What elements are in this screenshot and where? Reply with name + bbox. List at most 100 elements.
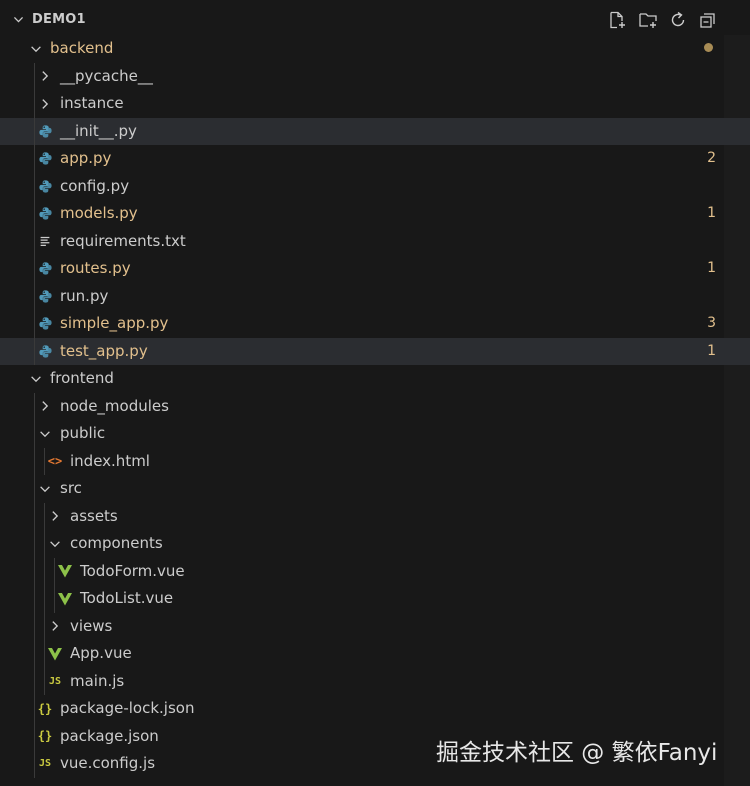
chevron-down-icon — [31, 46, 41, 52]
collapse-all-button[interactable] — [698, 10, 718, 30]
tree-item-icon: JS — [37, 750, 53, 778]
chevron-down-icon[interactable] — [12, 13, 25, 26]
tree-file[interactable]: __init__.py — [0, 117, 750, 146]
tree-folder[interactable]: components — [0, 530, 750, 558]
tree-folder[interactable]: public — [0, 420, 750, 448]
tree-folder[interactable]: instance — [0, 90, 750, 118]
indent-guide — [44, 447, 45, 475]
tree-item-icon — [37, 255, 53, 283]
tree-file[interactable]: <> index.html — [0, 448, 750, 476]
tree-item-icon[interactable] — [28, 35, 44, 63]
tree-item-label: __pycache__ — [60, 66, 153, 85]
tree-file[interactable]: requirements.txt — [0, 228, 750, 256]
tree-item-icon — [37, 118, 53, 146]
problem-count-badge: 1 — [707, 205, 716, 221]
html-file-icon: <> — [47, 454, 63, 469]
tree-folder[interactable]: src — [0, 475, 750, 503]
chevron-right-icon — [42, 401, 49, 412]
tree-item-icon[interactable] — [37, 420, 53, 448]
tree-item-label: models.py — [60, 204, 138, 222]
tree-item-label: __init__.py — [60, 121, 137, 140]
tree-item-icon[interactable] — [37, 63, 53, 91]
tree-item-label: main.js — [70, 671, 125, 690]
tree-item-label: assets — [70, 506, 118, 525]
tree-file[interactable]: {} package-lock.json — [0, 695, 750, 723]
new-file-icon — [610, 11, 625, 29]
tree-folder[interactable]: views — [0, 613, 750, 641]
javascript-file-icon: JS — [38, 758, 52, 770]
tree-item-label: test_app.py — [60, 341, 148, 360]
chevron-right-icon — [52, 511, 59, 522]
new-folder-button[interactable] — [638, 10, 658, 30]
tree-file[interactable]: routes.py 1 — [0, 255, 750, 283]
tree-item-label: src — [60, 479, 82, 497]
tree-file[interactable]: App.vue — [0, 640, 750, 668]
tree-file[interactable]: models.py 1 — [0, 200, 750, 228]
tree-item-label: TodoList.vue — [80, 589, 174, 607]
workspace-title[interactable]: DEMO1 — [32, 12, 86, 27]
tree-folder[interactable]: backend — [0, 35, 750, 63]
tree-folder[interactable]: assets — [0, 503, 750, 531]
tree-item-icon — [37, 338, 53, 366]
tree-folder[interactable]: __pycache__ — [0, 63, 750, 91]
tree-item-label: views — [70, 616, 113, 635]
tree-item-label: TodoForm.vue — [80, 561, 185, 580]
indent-guide — [44, 502, 45, 695]
tree-file[interactable]: JS main.js — [0, 668, 750, 696]
tree-item-label: instance — [60, 94, 124, 112]
tree-item-label: backend — [50, 39, 114, 57]
python-file-icon — [38, 180, 52, 193]
tree-item-icon[interactable] — [47, 613, 63, 641]
tree-item-icon — [37, 200, 53, 228]
json-file-icon: {} — [37, 701, 53, 716]
new-file-button[interactable] — [607, 10, 627, 30]
tree-item-label: config.py — [60, 176, 130, 195]
tree-file[interactable]: test_app.py 1 — [0, 337, 750, 366]
tree-item-label: simple_app.py — [60, 314, 169, 332]
tree-item-label: App.vue — [70, 644, 132, 662]
chevron-down-icon — [40, 431, 50, 437]
vue-file-icon — [58, 565, 72, 578]
tree-folder[interactable]: node_modules — [0, 393, 750, 421]
tree-item-icon[interactable] — [28, 365, 44, 393]
refresh-button[interactable] — [668, 10, 688, 30]
new-folder-icon — [639, 13, 657, 28]
tree-item-icon: {} — [37, 723, 53, 751]
tree-file[interactable]: config.py — [0, 173, 750, 201]
tree-folder[interactable]: frontend — [0, 365, 750, 393]
tree-item-icon[interactable] — [47, 530, 63, 558]
problem-count-badge: 2 — [707, 150, 716, 166]
tree-item-label: run.py — [60, 286, 109, 305]
vue-file-icon — [48, 647, 62, 661]
chevron-right-icon — [52, 621, 59, 632]
tree-file[interactable]: TodoForm.vue — [0, 558, 750, 586]
tree-item-icon: JS — [47, 668, 63, 696]
tree-file[interactable]: run.py — [0, 283, 750, 311]
chevron-down-icon — [31, 376, 41, 382]
tree-file[interactable]: simple_app.py 3 — [0, 310, 750, 338]
tree-item-icon[interactable] — [37, 90, 53, 118]
tree-item-icon[interactable] — [37, 475, 53, 503]
tree-file[interactable]: TodoList.vue — [0, 585, 750, 613]
problem-count-badge: 3 — [707, 315, 716, 331]
json-file-icon: {} — [37, 729, 53, 744]
tree-item-icon[interactable] — [47, 503, 63, 531]
tree-item-label: routes.py — [60, 259, 131, 277]
tree-item-label: node_modules — [60, 396, 169, 415]
tree-item-label: frontend — [50, 369, 114, 387]
tree-item-icon: {} — [37, 695, 53, 723]
problem-count-badge: 1 — [707, 342, 716, 359]
python-file-icon — [38, 317, 52, 330]
tree-item-label: app.py — [60, 149, 112, 167]
python-file-icon — [38, 152, 52, 165]
tree-item-icon[interactable] — [37, 393, 53, 421]
tree-item-icon — [57, 558, 73, 586]
tree-item-icon — [37, 173, 53, 201]
python-file-icon — [38, 345, 52, 358]
tree-item-label: components — [70, 534, 163, 552]
explorer-header: DEMO1 — [0, 0, 750, 40]
tree-file[interactable]: app.py 2 — [0, 145, 750, 173]
python-file-icon — [38, 125, 52, 138]
chevron-down-icon — [40, 486, 50, 492]
tree-item-label: public — [60, 424, 106, 442]
